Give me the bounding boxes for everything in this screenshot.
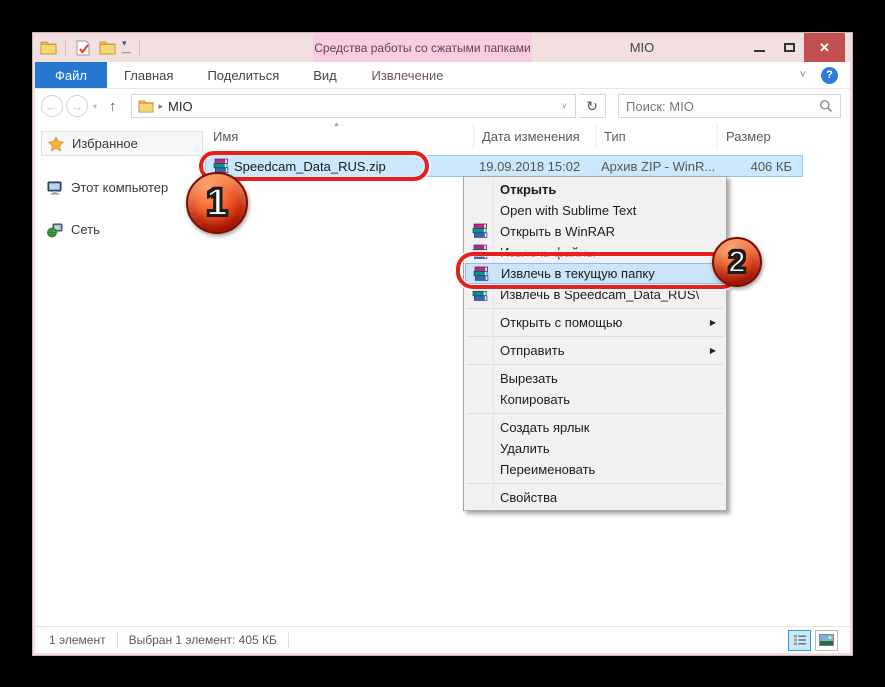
close-button[interactable]: ✕ <box>804 33 845 62</box>
minimize-button[interactable] <box>744 33 774 62</box>
menu-divider <box>467 364 723 365</box>
column-header-name[interactable]: Имя ▲ <box>205 123 473 149</box>
annotation-rect-menu-item <box>456 252 739 289</box>
forward-icon[interactable]: → <box>66 95 88 117</box>
properties-icon[interactable] <box>74 39 92 57</box>
recent-locations-icon[interactable]: ▾ <box>91 102 99 111</box>
star-icon <box>48 136 64 152</box>
title-bar: ▾— Средства работы со сжатыми папками MI… <box>35 33 850 62</box>
winrar-icon <box>472 223 488 239</box>
desktop-background: { "window": { "title": "MIO", "tool_tab_… <box>0 0 885 687</box>
tab-extract[interactable]: Извлечение <box>335 62 480 89</box>
status-bar: 1 элемент Выбран 1 элемент: 405 КБ <box>35 626 850 653</box>
menu-item-send-to[interactable]: Отправить ▶ <box>465 340 725 361</box>
qat-divider <box>65 40 66 56</box>
menu-item-delete[interactable]: Удалить <box>465 438 725 459</box>
help-icon[interactable]: ? <box>821 67 838 84</box>
submenu-arrow-icon: ▶ <box>710 340 716 361</box>
back-icon[interactable]: ← <box>41 95 63 117</box>
sidebar-item-favorites[interactable]: Избранное <box>41 131 203 156</box>
tab-home[interactable]: Главная <box>107 62 190 88</box>
ribbon-collapse-icon[interactable]: ˅ <box>800 69 806 81</box>
network-icon <box>47 222 63 238</box>
menu-item-open-with[interactable]: Открыть с помощью ▶ <box>465 312 725 333</box>
annotation-step-1: 1 <box>186 172 248 234</box>
menu-item-properties[interactable]: Свойства <box>465 487 725 508</box>
refresh-icon[interactable]: ↻ <box>579 94 606 118</box>
search-box <box>618 94 841 118</box>
qat-customize-icon[interactable]: ▾— <box>122 39 131 57</box>
menu-item-open-in-winrar[interactable]: Открыть в WinRAR <box>465 221 725 242</box>
maximize-button[interactable] <box>774 33 804 62</box>
column-header-type[interactable]: Тип <box>595 123 717 149</box>
breadcrumb-arrow-icon[interactable]: ▸ <box>159 101 164 112</box>
sidebar-item-this-pc[interactable]: Этот компьютер <box>41 175 205 200</box>
sidebar-item-label: Этот компьютер <box>71 180 168 195</box>
search-icon[interactable] <box>819 99 833 113</box>
explorer-window: ▾— Средства работы со сжатыми папками MI… <box>33 33 852 655</box>
annotation-step-2: 2 <box>712 237 762 287</box>
window-controls: ✕ <box>744 33 845 62</box>
new-folder-icon[interactable] <box>98 39 116 57</box>
computer-icon <box>47 180 63 196</box>
sidebar-item-network[interactable]: Сеть <box>41 217 205 242</box>
menu-item-rename[interactable]: Переименовать <box>465 459 725 480</box>
window-title: MIO <box>582 33 702 62</box>
navigation-pane: Избранное Этот компьютер Сеть <box>35 123 205 626</box>
menu-divider <box>467 483 723 484</box>
context-menu: Открыть Open with Sublime Text Открыть в… <box>463 176 727 511</box>
column-headers: Имя ▲ Дата изменения Тип Размер <box>205 123 850 149</box>
menu-item-cut[interactable]: Вырезать <box>465 368 725 389</box>
tab-file[interactable]: Файл <box>35 62 107 88</box>
window-folder-icon[interactable] <box>39 39 57 57</box>
breadcrumb-path[interactable]: MIO <box>168 99 193 114</box>
address-dropdown-icon[interactable]: ˅ <box>562 101 569 111</box>
menu-item-open[interactable]: Открыть <box>465 179 725 200</box>
address-bar: ← → ▾ ↑ ▸ MIO ˅ ↻ <box>35 89 850 123</box>
details-view-icon[interactable] <box>788 630 811 651</box>
main-area: Избранное Этот компьютер Сеть <box>35 123 850 626</box>
file-size: 406 КБ <box>716 159 796 174</box>
submenu-arrow-icon: ▶ <box>710 312 716 333</box>
file-type: Архив ZIP - WinR... <box>594 159 716 174</box>
column-header-date[interactable]: Дата изменения <box>473 123 595 149</box>
tab-share[interactable]: Поделиться <box>190 62 296 88</box>
up-icon[interactable]: ↑ <box>102 98 124 115</box>
menu-divider <box>467 308 723 309</box>
selection-info: Выбран 1 элемент: 405 КБ <box>129 633 277 647</box>
status-divider <box>117 633 118 648</box>
menu-divider <box>467 413 723 414</box>
status-divider <box>288 633 289 648</box>
search-input[interactable] <box>626 99 815 114</box>
file-date: 19.09.2018 15:02 <box>472 159 594 174</box>
quick-access-toolbar: ▾— <box>35 39 142 57</box>
breadcrumb[interactable]: ▸ MIO ˅ <box>131 94 576 118</box>
thumbnail-view-icon[interactable] <box>815 630 838 651</box>
qat-divider <box>139 40 140 56</box>
ribbon-tab-row: Файл Главная Поделиться Вид Извлечение ˅… <box>35 62 850 89</box>
menu-item-open-with-sublime[interactable]: Open with Sublime Text <box>465 200 725 221</box>
items-count: 1 элемент <box>49 633 106 647</box>
sidebar-item-label: Избранное <box>72 136 138 151</box>
menu-divider <box>467 336 723 337</box>
sort-ascending-icon: ▲ <box>333 123 340 128</box>
contextual-tab-header: Средства работы со сжатыми папками <box>313 33 532 62</box>
folder-icon <box>138 99 154 113</box>
menu-item-copy[interactable]: Копировать <box>465 389 725 410</box>
menu-item-create-shortcut[interactable]: Создать ярлык <box>465 417 725 438</box>
column-header-size[interactable]: Размер <box>717 123 803 149</box>
sidebar-item-label: Сеть <box>71 222 100 237</box>
